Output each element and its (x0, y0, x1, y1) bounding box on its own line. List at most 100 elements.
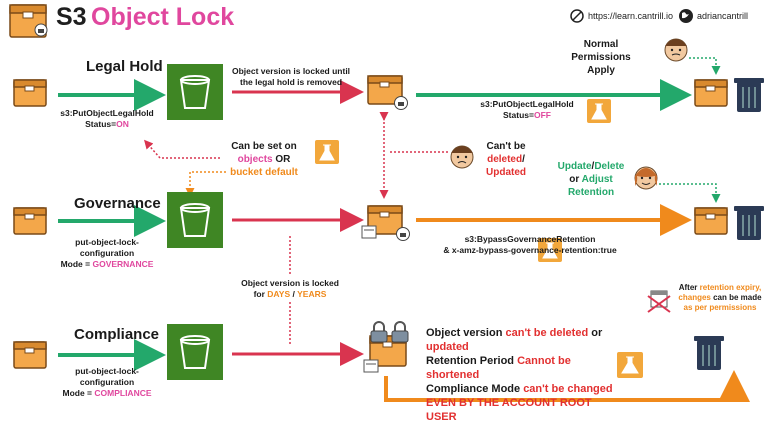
governance-heading: Governance (74, 195, 161, 212)
legal-hold-api-label: s3:PutObjectLegalHold Status=ON (49, 108, 165, 130)
person-icon-governance (634, 166, 658, 190)
s3-bucket-icon-legal-hold (167, 64, 223, 120)
lab-icon-compliance (617, 352, 643, 378)
governance-config-label: put-object-lock- configuration Mode = GO… (49, 237, 165, 270)
compliance-config-label: put-object-lock- configuration Mode = CO… (49, 366, 165, 399)
compliance-rule-1: Object version can't be deleted or updat… (426, 326, 616, 354)
locked-object-icon-legal-hold (367, 75, 408, 110)
governance-bypass-line1: s3:BypassGovernanceRetention (464, 234, 596, 244)
trash-icon-legal-hold (734, 78, 764, 112)
locked-for-label: Object version is locked for DAYS / YEAR… (232, 278, 348, 300)
after-d: can be made (713, 293, 762, 302)
locked-object-icon-governance (361, 205, 410, 241)
after-line3: as per permissions (683, 303, 757, 312)
locked-for-line1: Object version is locked (241, 278, 339, 288)
cant-delete-deleted: deleted (487, 154, 523, 165)
legal-hold-locked-note: Object version is locked until the legal… (231, 66, 351, 87)
locked-for-days: DAYS (267, 289, 291, 299)
governance-update-line1: Update/Delete (548, 160, 634, 173)
after-line2: changes can be made (671, 293, 769, 303)
object-icon-compliance-source (13, 341, 47, 369)
compliance-heading: Compliance (74, 326, 160, 343)
normal-permissions-dotted-arrow (689, 57, 721, 75)
governance-adjust: Adjust (581, 174, 613, 185)
governance-update-dotted-arrow (659, 183, 721, 203)
legal-hold-release-label: s3:PutObjectLegalHold Status=OFF (472, 99, 582, 121)
governance-update: Update (557, 161, 592, 172)
cant-delete-line1: Can't be (486, 141, 526, 152)
s3-object-icon-header (9, 4, 48, 38)
padlock-icon-1 (370, 321, 388, 343)
legal-hold-api: s3:PutObjectLegalHold (60, 108, 154, 118)
set-on-label: Can be set on objects OR bucket default (214, 140, 314, 179)
locked-for-line2: for DAYS / YEARS (232, 289, 348, 300)
site-link[interactable]: https://learn.cantrill.io (588, 11, 673, 21)
governance-bypass-line2: & x-amz-bypass-governance-retention:true (443, 245, 617, 255)
normal-permissions-label: Normal Permissions Apply (553, 38, 649, 77)
rule3-a: Compliance Mode (426, 383, 521, 395)
page-title: S3 Object Lock (56, 3, 234, 32)
legal-hold-release-api: s3:PutObjectLegalHold (480, 99, 574, 109)
twitter-icon (679, 9, 693, 23)
set-on-or: OR (275, 154, 291, 165)
object-icon-governance-dest (694, 207, 728, 235)
rule1-d: updated (426, 341, 469, 353)
compliance-cfg-line2: configuration (79, 377, 135, 387)
after-c: changes (678, 293, 711, 302)
legal-hold-release-status-off: OFF (533, 110, 551, 120)
compliance-rules: Object version can't be deleted or updat… (426, 326, 616, 424)
title-prefix: S3 (56, 3, 87, 31)
set-on-bucket-default: bucket default (230, 167, 298, 178)
governance-update-line2: or Adjust (548, 173, 634, 186)
legal-hold-status-on: ON (116, 119, 129, 129)
after-a: After (678, 283, 698, 292)
compliance-mode-value: COMPLIANCE (94, 388, 152, 398)
trash-icon-compliance (694, 336, 724, 370)
after-line1: After retention expiry, (671, 283, 769, 293)
governance-cfg-line2: configuration (79, 248, 135, 258)
locked-for-years: YEARS (297, 289, 327, 299)
normal-line3: Apply (587, 65, 615, 76)
governance-update-label: Update/Delete or Adjust Retention (548, 160, 634, 199)
legal-hold-release-status-prefix: Status= (503, 110, 534, 120)
governance-or: or (569, 174, 580, 185)
person-icon-normal-permissions (664, 38, 688, 62)
twitter-handle[interactable]: adriancantrill (697, 11, 748, 21)
legal-hold-status: Status=ON (49, 119, 165, 130)
object-icon-legal-hold-dest (694, 79, 728, 107)
compliance-mode-prefix: Mode = (62, 388, 95, 398)
governance-mode-prefix: Mode = (60, 259, 93, 269)
governance-cfg-line1: put-object-lock- (75, 237, 139, 247)
after-expiry-label: After retention expiry, changes can be m… (671, 283, 769, 313)
padlock-icon-2 (391, 321, 409, 343)
set-on-objects: objects (237, 154, 273, 165)
s3-bucket-icon-governance (167, 192, 223, 248)
legal-hold-heading: Legal Hold (86, 58, 163, 75)
governance-mode: Mode = GOVERNANCE (49, 259, 165, 270)
calendar-expired-icon (647, 290, 671, 313)
after-b: retention expiry, (699, 283, 762, 292)
set-on-line2: objects OR (214, 153, 314, 166)
object-icon-legal-hold-source (13, 79, 47, 107)
rule1-a: Object version (426, 327, 503, 339)
compliance-rule-2: Retention Period Cannot be shortened (426, 354, 616, 382)
rule3-b: can't be changed (523, 383, 613, 395)
title-main: Object Lock (91, 3, 235, 31)
locked-for-slash: / (292, 289, 295, 299)
governance-retention: Retention (567, 187, 615, 198)
cant-delete-slash: / (522, 154, 525, 165)
compliance-cfg-line1: put-object-lock- (75, 366, 139, 376)
link-icon (570, 9, 584, 23)
lab-icon-set-on (315, 140, 339, 164)
person-icon-cant-delete (450, 145, 474, 169)
s3-bucket-icon-compliance (167, 324, 223, 380)
rule2-a: Retention Period (426, 355, 515, 367)
cant-delete-updated: Updated (486, 167, 526, 178)
normal-line2: Permissions (571, 52, 631, 63)
trash-icon-governance (734, 206, 764, 240)
lab-icon-legal-hold (587, 99, 611, 123)
rule1-b: can't be deleted (505, 327, 589, 339)
cant-delete-label: Can't be deleted/ Updated (474, 140, 538, 179)
rule1-c: or (591, 327, 603, 339)
locked-for-for: for (253, 289, 265, 299)
